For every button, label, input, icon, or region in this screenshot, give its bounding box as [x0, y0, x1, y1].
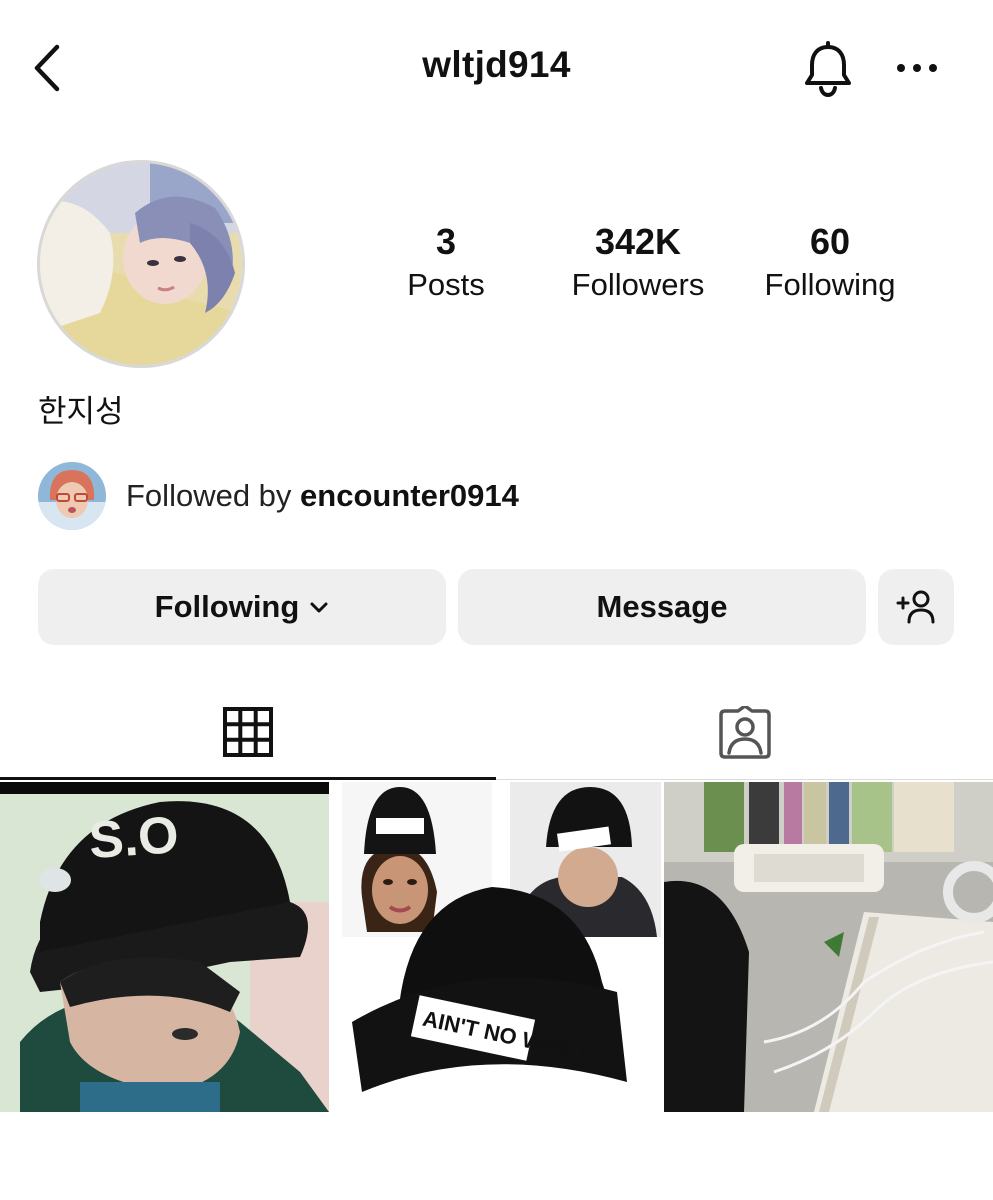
bell-icon	[805, 41, 851, 97]
message-button[interactable]: Message	[458, 569, 866, 645]
post-thumbnail[interactable]: AIN'T NO WIFEY	[332, 782, 661, 1112]
followed-by-prefix: Followed by	[126, 478, 301, 513]
followed-by-row[interactable]: Followed by encounter0914	[38, 462, 519, 530]
post-photo-cap: S.O	[0, 782, 329, 1112]
add-person-icon	[896, 590, 935, 624]
followers-count-label: Followers	[571, 267, 705, 302]
message-button-label: Message	[596, 589, 728, 624]
followers-count-value: 342K	[594, 221, 682, 262]
post-photo-beanies: AIN'T NO WIFEY	[332, 782, 661, 1112]
post-photo-desk	[664, 782, 993, 1112]
follower-avatar	[38, 462, 106, 530]
grid-icon	[223, 706, 273, 757]
posts-count[interactable]: 3 Posts	[386, 222, 506, 308]
cap-text: S.O	[87, 806, 180, 870]
tab-posts-grid[interactable]	[0, 686, 496, 780]
following-count[interactable]: 60 Following	[750, 222, 910, 308]
post-thumbnail[interactable]: S.O	[0, 782, 329, 1112]
notifications-button[interactable]	[798, 38, 858, 100]
tab-tagged[interactable]	[497, 686, 993, 780]
suggested-users-button[interactable]	[878, 569, 954, 645]
profile-tabs	[0, 686, 993, 780]
followers-count[interactable]: 342K Followers	[552, 222, 724, 308]
post-thumbnail[interactable]	[664, 782, 993, 1112]
following-button-label: Following	[154, 589, 300, 624]
posts-grid: S.O AIN'T NO WIFEY	[0, 782, 993, 1112]
followed-by-user[interactable]: encounter0914	[300, 478, 519, 513]
tagged-person-icon	[719, 706, 771, 759]
followed-by-text: Followed by encounter0914	[126, 478, 519, 514]
posts-count-label: Posts	[407, 267, 485, 302]
profile-avatar[interactable]	[37, 160, 245, 368]
display-name: 한지성	[38, 394, 124, 430]
following-count-label: Following	[764, 267, 896, 302]
follower-avatar-photo	[38, 462, 106, 530]
chevron-down-icon	[309, 600, 329, 614]
more-options-button[interactable]	[890, 48, 944, 88]
avatar-photo	[40, 163, 242, 365]
posts-count-value: 3	[435, 221, 457, 262]
top-bar: wltjd914	[0, 0, 993, 140]
following-button[interactable]: Following	[38, 569, 446, 645]
more-horizontal-icon	[897, 64, 937, 72]
following-count-value: 60	[809, 221, 851, 262]
